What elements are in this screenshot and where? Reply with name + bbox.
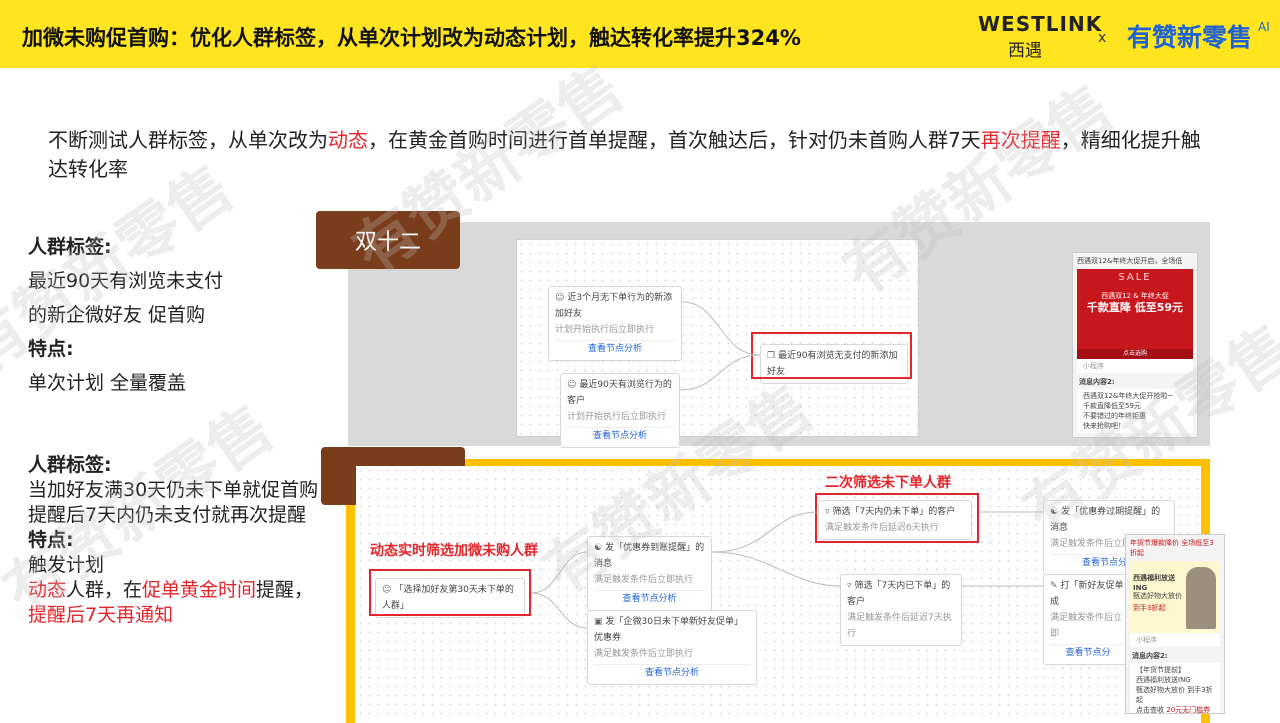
tab-double12[interactable]: 双十二 — [316, 211, 460, 269]
message-body: 西遇双12&年终大促开抢啦~ 千款直降低至59元 不要错过的年终钜惠 快来抢购吧… — [1077, 389, 1193, 433]
feature-text: 动态人群，在促单黄金时间提醒， 提醒后7天再通知 — [28, 578, 320, 628]
feature-part: 人群，在 — [66, 579, 143, 601]
node-title: 筛选「7天内已下单」的客户 — [847, 581, 951, 607]
ai-badge: AI — [1258, 20, 1270, 34]
node-title: 近3个月无下单行为的新添加好友 — [555, 293, 673, 319]
westlink-logo-cn: 西遇 — [1008, 41, 1042, 61]
crowd-label-heading: 人群标签: — [28, 236, 112, 258]
node-sub: 计划开始执行后立即执行 — [567, 412, 667, 422]
filter-icon: ▿ — [847, 581, 852, 591]
node-sub: 满足触发条件后延迟7天执行 — [847, 613, 952, 639]
spring-description: 人群标签: 当加好友满30天仍未下单就促首购 提醒后7天内仍未支付就再次提醒 特… — [28, 453, 320, 628]
message-line: 【年货节提前】 — [1136, 666, 1185, 674]
logo-separator: x — [1098, 30, 1107, 46]
flow-node-tag[interactable]: ✎ 打「新好友促单成 满足触发条件后立即 查看节点分 — [1043, 574, 1133, 665]
intro-text: 不断测试人群标签，从单次改为动态，在黄金首购时间进行首单提醒，首次触达后，针对仍… — [48, 126, 1208, 184]
feature-highlight: 动态 — [28, 579, 67, 601]
promo-line: 甄选好物大放价 — [1133, 592, 1182, 600]
double12-description: 人群标签: 最近90天有浏览未支付 的新企微好友 促首购 特点: 单次计划 全量… — [28, 230, 328, 400]
feature-highlight: 促单黄金时间 — [142, 579, 257, 601]
banner-line: 西遇双12 & 年终大促 — [1101, 292, 1169, 300]
page-title: 加微未购促首购：优化人群标签，从单次计划改为动态计划，触达转化率提升324% — [22, 26, 801, 50]
banner-button[interactable]: 点击选购 — [1077, 349, 1193, 359]
annotation-dynamic: 动态实时筛选加微未购人群 — [370, 543, 538, 559]
message-line: 西遇双12&年终大促开抢啦~ — [1083, 392, 1174, 400]
coupon-text: 20元无门槛券 — [1166, 706, 1211, 714]
flow-node-browse-90[interactable]: ☺ 最近90天有浏览行为的客户 计划开始执行后立即执行 查看节点分析 — [560, 373, 680, 448]
tag-icon: ✎ — [1050, 581, 1058, 591]
node-title: 发「优惠券到账提醒」的消息 — [594, 543, 705, 569]
crowd-label-text: 的新企微好友 促首购 — [28, 304, 206, 326]
feature-part: 提醒， — [256, 579, 314, 601]
flow-node-new-friends[interactable]: ☺ 近3个月无下单行为的新添加好友 计划开始执行后立即执行 查看节点分析 — [548, 286, 682, 361]
flow-node-coupon-send[interactable]: ▣ 发「企微30日未下单新好友促单」优惠券 满足触发条件后立即执行 查看节点分析 — [587, 610, 757, 685]
node-sub: 计划开始执行后立即执行 — [555, 325, 655, 335]
double12-message-preview: 西遇双12&年终大促开启，全场低 SALE 西遇双12 & 年终大促 千款直降 … — [1072, 252, 1198, 438]
promo-line: 西遇福利放送ING — [1133, 574, 1175, 592]
message-line: 千款直降低至59元 — [1083, 402, 1141, 410]
intro-highlight: 动态 — [328, 128, 368, 152]
feature-heading: 特点: — [28, 529, 74, 551]
group-icon: ☯ — [1050, 507, 1059, 517]
message-top-text: 西遇双12&年终大促开启，全场低 — [1077, 257, 1183, 265]
highlight-box — [815, 493, 979, 543]
node-analysis-link[interactable]: 查看节点分析 — [594, 664, 750, 681]
banner-sale: SALE — [1118, 272, 1152, 283]
node-analysis-link[interactable]: 查看节点分析 — [567, 427, 673, 444]
message-top-text: 年货节爆款降价 全场低至3折起 — [1130, 539, 1214, 557]
crowd-label-text: 提醒后7天内仍未支付就再次提醒 — [28, 504, 307, 526]
message-line: 点击查收 — [1136, 706, 1164, 714]
crowd-label-heading: 人群标签: — [28, 454, 112, 476]
message-line: 甄选好物大放价 到手3折起 — [1136, 686, 1213, 704]
westlink-logo: WESTLINK — [978, 12, 1103, 36]
node-analysis-link[interactable]: 查看节点分析 — [594, 590, 705, 607]
node-title: 打「新好友促单成 — [1050, 581, 1124, 607]
youzan-logo: 有赞新零售 — [1127, 23, 1253, 52]
intro-part: 不断测试人群标签，从单次改为 — [48, 128, 328, 152]
annotation-second-filter: 二次筛选未下单人群 — [825, 475, 951, 491]
spring-message-preview: 年货节爆款降价 全场低至3折起 西遇福利放送ING 甄选好物大放价 到手3折起 … — [1125, 534, 1225, 714]
node-analysis-link[interactable]: 查看节点分析 — [555, 340, 675, 357]
crowd-label-text: 最近90天有浏览未支付 — [28, 270, 224, 292]
flow-node-coupon-msg[interactable]: ☯ 发「优惠券到账提醒」的消息 满足触发条件后立即执行 查看节点分析 — [587, 536, 712, 611]
node-title: 最近90天有浏览行为的客户 — [567, 380, 672, 406]
message-head: 消息内容2: — [1079, 378, 1115, 386]
promo-image: 西遇福利放送ING 甄选好物大放价 到手3折起 — [1130, 561, 1220, 633]
message-head: 消息内容2: — [1132, 652, 1168, 660]
mini-program-tag: 小程序 — [1130, 633, 1220, 647]
group-icon: ☯ — [594, 543, 603, 553]
feature-text: 触发计划 — [28, 554, 105, 576]
highlight-box — [369, 569, 531, 616]
message-line: 快来抢购吧！ — [1083, 422, 1125, 430]
crowd-label-text: 当加好友满30天仍未下单就促首购 — [28, 479, 319, 501]
message-line: 不要错过的年终钜惠 — [1083, 412, 1146, 420]
user-icon: ☺ — [555, 293, 565, 303]
user-icon: ☺ — [567, 380, 577, 390]
node-sub: 满足触发条件后立即执行 — [594, 649, 694, 659]
feature-highlight: 提醒后7天再通知 — [28, 604, 174, 626]
feature-text: 单次计划 全量覆盖 — [28, 372, 187, 394]
intro-part: ，在黄金首购时间进行首单提醒，首次触达后，针对仍未首购人群7天 — [368, 128, 981, 152]
banner-line: 千款直降 低至59元 — [1086, 301, 1184, 314]
model-image — [1186, 567, 1216, 629]
node-analysis-link[interactable]: 查看节点分 — [1050, 644, 1126, 661]
node-sub: 满足触发条件后立即执行 — [594, 575, 694, 585]
gift-icon: ▣ — [594, 617, 603, 627]
promo-line: 到手3折起 — [1133, 604, 1166, 612]
node-title: 发「优惠券过期提醒」的消息 — [1050, 507, 1161, 533]
flow-node-filter-paid[interactable]: ▿ 筛选「7天内已下单」的客户 满足触发条件后延迟7天执行 — [840, 574, 962, 646]
header-bar: 加微未购促首购：优化人群标签，从单次计划改为动态计划，触达转化率提升324% W… — [0, 0, 1280, 68]
mini-program-tag: 小程序 — [1077, 359, 1193, 373]
intro-highlight: 再次提醒 — [980, 128, 1061, 152]
node-sub: 满足触发条件后立即 — [1050, 613, 1123, 639]
feature-heading: 特点: — [28, 338, 74, 360]
node-title: 发「企微30日未下单新好友促单」优惠券 — [594, 617, 743, 643]
promo-banner: SALE 西遇双12 & 年终大促 千款直降 低至59元 — [1077, 269, 1193, 349]
message-body: 【年货节提前】 西遇福利放送ING 甄选好物大放价 到手3折起 点击查收 20元… — [1130, 663, 1220, 714]
message-line: 西遇福利放送ING — [1136, 676, 1191, 684]
highlight-box — [751, 332, 912, 379]
